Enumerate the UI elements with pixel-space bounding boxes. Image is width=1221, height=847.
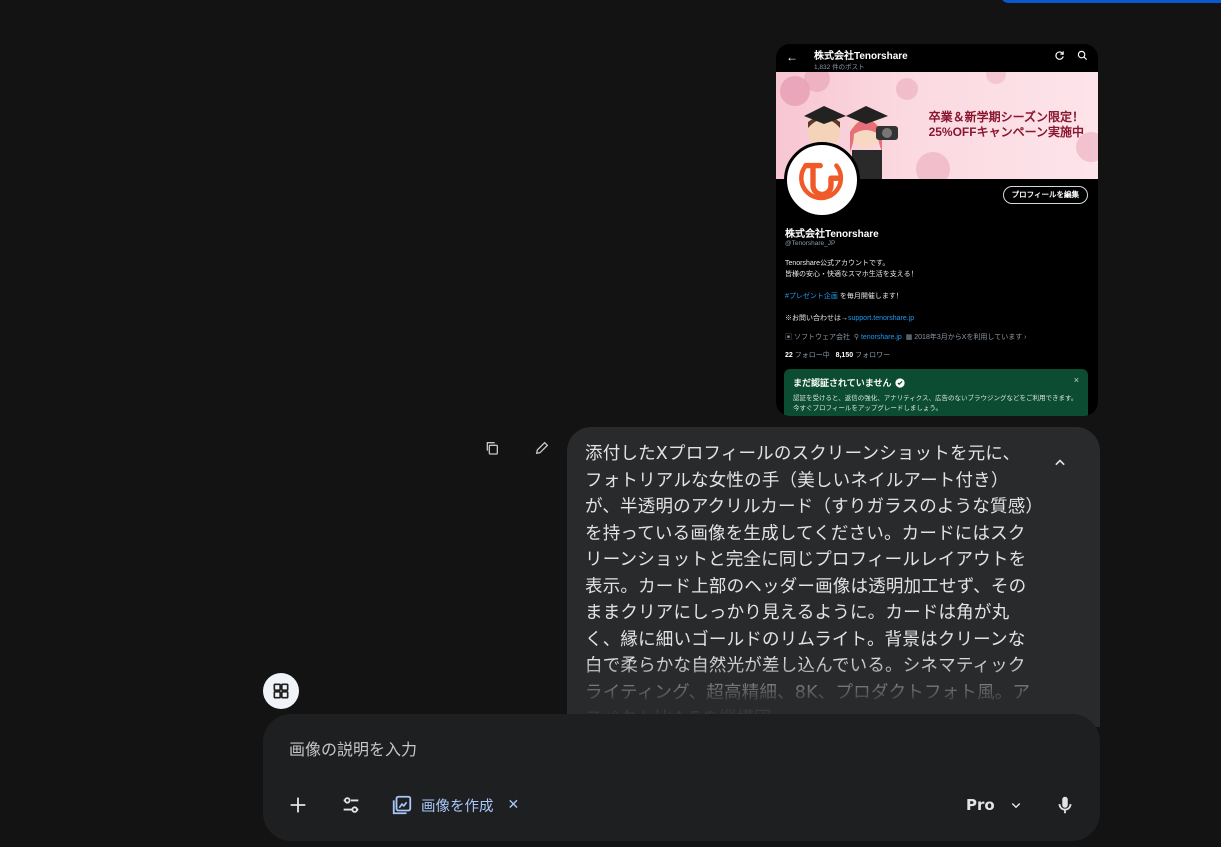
grid-icon <box>273 683 289 699</box>
edit-button[interactable] <box>532 438 552 458</box>
search-icon <box>1077 50 1088 61</box>
x-profile-handle: @Tenorshare_JP <box>785 240 836 247</box>
x-edit-profile-button: プロフィールを編集 <box>1002 186 1088 204</box>
link-icon: ⚲ <box>853 334 859 341</box>
close-icon[interactable]: ✕ <box>508 797 520 813</box>
chevron-right-icon: › <box>1024 334 1027 341</box>
image-create-icon <box>392 795 412 815</box>
create-image-chip[interactable]: 画像を作成 ✕ <box>391 793 519 817</box>
attached-screenshot[interactable]: ← 株式会社Tenorshare 1,832 件のポスト 卒業＆新学期シーズン限 <box>776 44 1098 416</box>
tenorshare-logo-avatar <box>784 142 860 218</box>
x-profile-bio: Tenorshare公式アカウントです。 皆様の安心・快適なスマホ生活を支える！… <box>785 260 918 322</box>
message-actions <box>482 438 552 458</box>
calendar-icon: ▦ <box>905 334 913 341</box>
view-grid-button[interactable] <box>263 673 299 709</box>
prompt-composer: 画像を作成 ✕ Pro <box>263 714 1100 841</box>
chevron-down-icon <box>1011 802 1020 809</box>
prompt-input[interactable] <box>289 736 1049 762</box>
x-profile-meta: ▣ ソフトウェア会社 ⚲ tenorshare.jp ▦ 2018年3月からXを… <box>785 334 1027 341</box>
x-account-name: 株式会社Tenorshare <box>814 51 908 62</box>
briefcase-icon: ▣ <box>785 334 792 341</box>
x-verification-card: まだ認証されていません × 認証を受けると、返信の強化、アナリティクス、広告のな… <box>784 369 1088 416</box>
tools-button[interactable] <box>340 793 362 817</box>
x-follow-counts: 22 フォロー中 8,150 フォロワー <box>785 352 891 359</box>
user-message-bubble: 添付したXプロフィールのスクリーンショットを元に、フォトリアルな女性の手（美しい… <box>567 427 1100 727</box>
x-post-count: 1,832 件のポスト <box>814 64 865 71</box>
x-profile-name: 株式会社Tenorshare <box>785 229 879 240</box>
tenorshare-logo-icon <box>799 162 844 201</box>
add-button[interactable] <box>287 793 309 817</box>
x-banner-text: 卒業＆新学期シーズン限定！ 25%OFFキャンペーン実施中 <box>928 110 1084 139</box>
refresh-icon <box>1055 51 1064 60</box>
copy-icon <box>486 442 498 455</box>
verified-badge-icon <box>895 377 906 388</box>
plus-icon <box>290 797 306 813</box>
microphone-icon <box>1058 796 1072 814</box>
copy-button[interactable] <box>482 438 502 458</box>
close-icon: × <box>1073 375 1079 385</box>
pencil-icon <box>535 441 549 455</box>
create-image-label: 画像を作成 <box>421 798 494 815</box>
model-selector[interactable]: Pro <box>966 793 1025 817</box>
microphone-button[interactable] <box>1054 793 1076 817</box>
top-accent-bar <box>1000 0 1221 3</box>
tune-icon <box>343 797 359 813</box>
x-header-bar: ← 株式会社Tenorshare 1,832 件のポスト <box>776 44 1098 72</box>
arrow-left-icon: ← <box>786 50 798 64</box>
model-label: Pro <box>966 796 995 814</box>
collapse-message-button[interactable] <box>1050 453 1070 473</box>
chevron-up-icon <box>1055 459 1065 466</box>
